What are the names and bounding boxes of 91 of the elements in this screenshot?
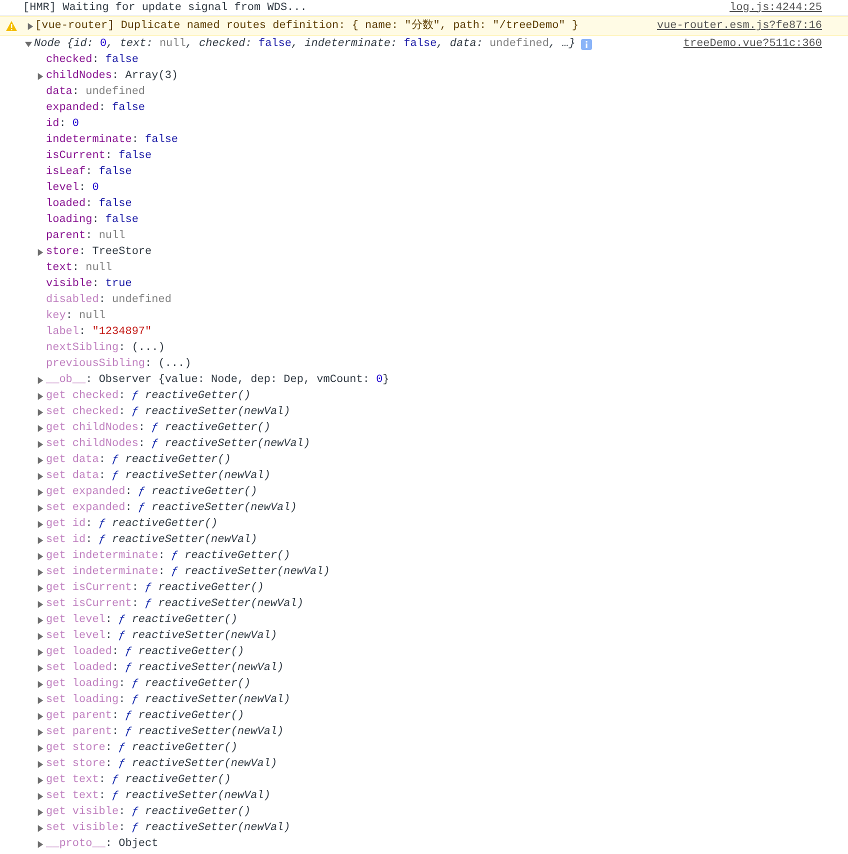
collapsed-arrow-icon[interactable] (36, 776, 44, 784)
property-entry: id: 0 (46, 117, 80, 132)
property-entry: set level: ƒ reactiveSetter(newVal) (46, 629, 278, 644)
property-entry: set checked: ƒ reactiveSetter(newVal) (46, 405, 290, 420)
property-entry: get isCurrent: ƒ reactiveGetter() (46, 581, 264, 596)
property-entry: get loaded: ƒ reactiveGetter() (46, 645, 244, 660)
property-entry: label: "1234897" (46, 325, 152, 340)
collapsed-arrow-icon[interactable] (36, 840, 44, 848)
property-entry: visible: true (46, 277, 132, 292)
property-entry: parent: null (46, 229, 126, 244)
collapsed-arrow-icon[interactable] (36, 600, 44, 608)
collapsed-arrow-icon[interactable] (36, 536, 44, 544)
property-entry: set loaded: ƒ reactiveSetter(newVal) (46, 661, 284, 676)
property-entry: loaded: false (46, 197, 132, 212)
collapsed-arrow-icon[interactable] (36, 424, 44, 432)
property-entry: isCurrent: false (46, 149, 152, 164)
property-entry: set isCurrent: ƒ reactiveSetter(newVal) (46, 597, 304, 612)
property-entry: set parent: ƒ reactiveSetter(newVal) (46, 725, 284, 740)
warning-message: [vue-router] Duplicate named routes definition: { name: "分数", path: "/treeDemo" } (35, 18, 578, 34)
property-entry: __ob__: Observer {value: Node, dep: Dep, vmCount: 0} (46, 373, 390, 388)
property-entry: set data: ƒ reactiveSetter(newVal) (46, 469, 270, 484)
collapsed-arrow-icon[interactable] (36, 440, 44, 448)
property-entry: get childNodes: ƒ reactiveGetter() (46, 421, 270, 436)
property-entry: disabled: undefined (46, 293, 172, 308)
collapsed-arrow-icon[interactable] (36, 616, 44, 624)
property-entry: loading: false (46, 213, 138, 228)
collapsed-arrow-icon[interactable] (36, 728, 44, 736)
collapsed-arrow-icon[interactable] (36, 584, 44, 592)
property-entry: text: null (46, 261, 112, 276)
property-entry: get indeterminate: ƒ reactiveGetter() (46, 549, 290, 564)
collapsed-arrow-icon[interactable] (36, 808, 44, 816)
collapsed-arrow-icon[interactable] (36, 408, 44, 416)
property-entry: nextSibling: (...) (46, 341, 165, 356)
collapsed-arrow-icon[interactable] (36, 712, 44, 720)
collapsed-arrow-icon[interactable] (36, 552, 44, 560)
property-entry: level: 0 (46, 181, 99, 196)
property-entry: set id: ƒ reactiveSetter(newVal) (46, 533, 258, 548)
collapsed-arrow-icon[interactable] (36, 568, 44, 576)
collapsed-arrow-icon[interactable] (36, 680, 44, 688)
collapsed-arrow-icon[interactable] (36, 472, 44, 480)
property-entry: get data: ƒ reactiveGetter() (46, 453, 231, 468)
collapsed-arrow-icon[interactable] (36, 72, 44, 80)
property-entry: isLeaf: false (46, 165, 132, 180)
collapsed-arrow-icon[interactable] (36, 632, 44, 640)
property-entry: expanded: false (46, 101, 146, 116)
warning-icon (6, 21, 17, 31)
source-link[interactable]: vue-router.esm.js?fe87:16 (656, 18, 822, 34)
property-entry: get id: ƒ reactiveGetter() (46, 517, 218, 532)
property-entry: checked: false (46, 53, 138, 68)
property-entry: get checked: ƒ reactiveGetter() (46, 389, 251, 404)
property-entry: get store: ƒ reactiveGetter() (46, 741, 238, 756)
property-entry: childNodes: Array(3) (46, 69, 178, 84)
collapsed-arrow-icon[interactable] (36, 744, 44, 752)
property-entry: indeterminate: false (46, 133, 178, 148)
source-link[interactable]: treeDemo.vue?511c:360 (683, 36, 822, 52)
property-entry: store: TreeStore (46, 245, 152, 260)
property-entry: get expanded: ƒ reactiveGetter() (46, 485, 258, 500)
source-link[interactable]: log.js:4244:25 (730, 0, 822, 16)
collapsed-arrow-icon[interactable] (36, 520, 44, 528)
property-entry: get loading: ƒ reactiveGetter() (46, 677, 251, 692)
property-entry: set indeterminate: ƒ reactiveSetter(newVal) (46, 565, 330, 580)
collapsed-arrow-icon[interactable] (36, 248, 44, 256)
property-entry: data: undefined (46, 85, 146, 100)
collapsed-arrow-icon[interactable] (36, 792, 44, 800)
property-entry: set text: ƒ reactiveSetter(newVal) (46, 789, 270, 804)
collapsed-arrow-icon[interactable] (36, 376, 44, 384)
collapsed-arrow-icon[interactable] (36, 824, 44, 832)
property-entry: get parent: ƒ reactiveGetter() (46, 709, 244, 724)
collapsed-arrow-icon[interactable] (36, 760, 44, 768)
property-entry: __proto__: Object (46, 837, 158, 852)
property-entry: set expanded: ƒ reactiveSetter(newVal) (46, 501, 297, 516)
collapsed-arrow-icon[interactable] (26, 22, 34, 30)
collapsed-arrow-icon[interactable] (36, 488, 44, 496)
property-entry: key: null (46, 309, 106, 324)
property-entry: get level: ƒ reactiveGetter() (46, 613, 238, 628)
collapsed-arrow-icon[interactable] (36, 664, 44, 672)
property-entry: set visible: ƒ reactiveSetter(newVal) (46, 821, 290, 836)
log-message: [HMR] Waiting for update signal from WDS... (23, 0, 307, 16)
collapsed-arrow-icon[interactable] (36, 456, 44, 464)
expanded-arrow-icon[interactable] (24, 40, 32, 48)
property-entry: previousSibling: (...) (46, 357, 192, 372)
collapsed-arrow-icon[interactable] (36, 392, 44, 400)
object-summary: Node {id: 0, text: null, checked: false, indeterminate: false, data: undefined, …} (34, 37, 576, 52)
property-entry: get text: ƒ reactiveGetter() (46, 773, 231, 788)
property-entry: set store: ƒ reactiveSetter(newVal) (46, 757, 278, 772)
collapsed-arrow-icon[interactable] (36, 696, 44, 704)
property-entry: set loading: ƒ reactiveSetter(newVal) (46, 693, 290, 708)
property-entry: set childNodes: ƒ reactiveSetter(newVal) (46, 437, 310, 452)
collapsed-arrow-icon[interactable] (36, 504, 44, 512)
collapsed-arrow-icon[interactable] (36, 648, 44, 656)
property-entry: get visible: ƒ reactiveGetter() (46, 805, 251, 820)
